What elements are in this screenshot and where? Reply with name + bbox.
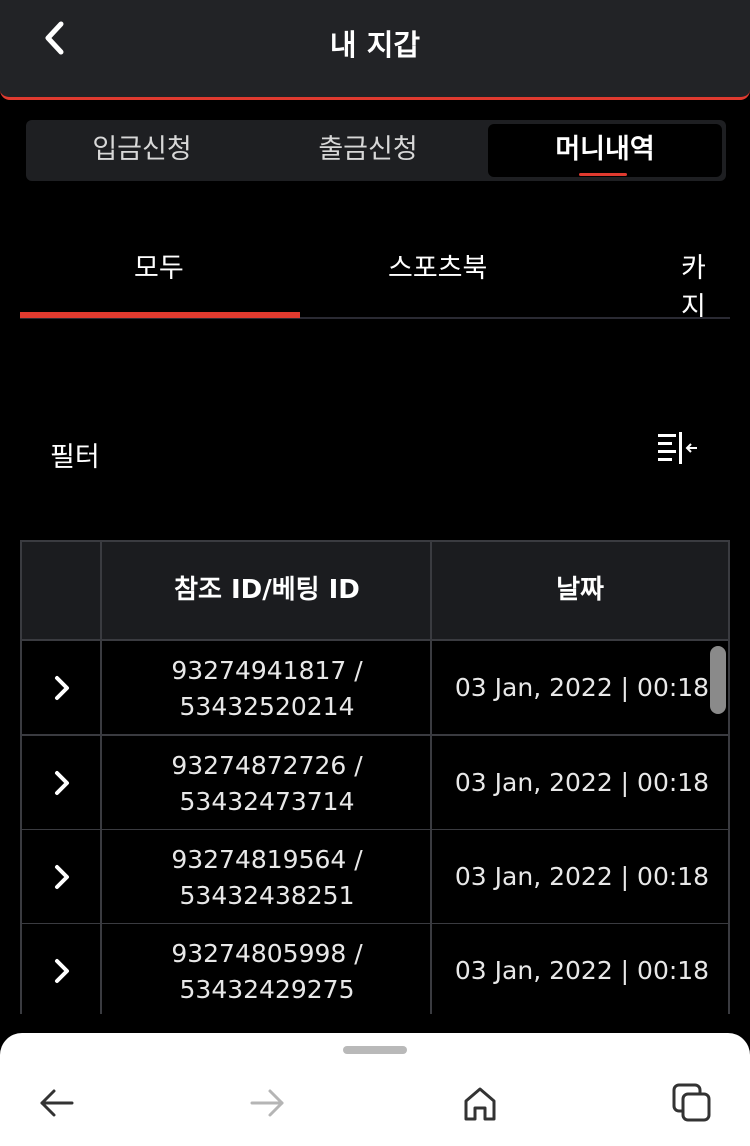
bet-id: 53432473714 [179,787,355,816]
row-expand-button[interactable] [50,956,74,986]
category-tabs: 모두 스포츠북 카지 [20,230,730,323]
filter-label: 필터 [50,442,100,473]
table-row[interactable]: 93274941817 / 53432520214 03 Jan, 2022 |… [20,641,730,736]
chevron-right-icon [55,676,69,700]
arrow-right-icon [250,1089,284,1117]
row-ids: 93274819564 / 53432438251 [102,842,432,914]
tab-all[interactable]: 모두 [134,246,184,285]
table-scrollbar[interactable] [710,646,726,714]
column-header-expand [22,542,100,639]
filter-button[interactable] [654,430,700,470]
page-title: 내 지갑 [329,28,421,62]
browser-home-button[interactable] [458,1081,502,1125]
app-header: 내 지갑 [0,0,750,100]
row-ids: 93274805998 / 53432429275 [102,936,432,1008]
column-divider [430,736,432,829]
row-ids: 93274872726 / 53432473714 [102,748,432,820]
table-row[interactable]: 93274819564 / 53432438251 03 Jan, 2022 |… [20,830,730,925]
chevron-right-icon [55,959,69,983]
bet-id: 53432438251 [179,881,355,910]
ref-id: 93274872726 / [171,751,363,780]
row-date: 03 Jan, 2022 | 00:18 [454,862,710,891]
segment-active-indicator [579,173,627,176]
browser-bottom-bar [0,1033,750,1146]
segment-withdraw[interactable]: 출금신청 [250,120,486,181]
tab-casino[interactable]: 카지 [681,246,730,324]
row-expand-button[interactable] [50,768,74,798]
row-date: 03 Jan, 2022 | 00:18 [454,673,710,702]
column-header-date: 날짜 [556,575,604,605]
chevron-right-icon [55,771,69,795]
filter-lines-icon [658,432,697,464]
money-history-table: 참조 ID/베팅 ID 날짜 93274941817 / 53432520214… [20,540,730,1014]
tabs-icon [672,1083,711,1122]
bet-id: 53432520214 [179,692,355,721]
column-divider [430,924,432,1014]
column-divider [430,641,432,734]
browser-back-button[interactable] [34,1081,78,1125]
wallet-segment-control: 입금신청 출금신청 머니내역 [26,120,726,181]
table-row[interactable]: 93274805998 / 53432429275 03 Jan, 2022 |… [20,924,730,1014]
row-expand-button[interactable] [50,673,74,703]
segment-money-history[interactable]: 머니내역 [488,124,722,177]
ref-id: 93274941817 / [171,656,363,685]
browser-forward-button[interactable] [246,1081,290,1125]
ref-id: 93274819564 / [171,845,363,874]
column-header-ref-id: 참조 ID/베팅 ID [174,575,360,605]
tab-sportsbook[interactable]: 스포츠북 [388,246,487,285]
column-divider [430,830,432,923]
row-expand-button[interactable] [50,862,74,892]
row-date: 03 Jan, 2022 | 00:18 [454,956,710,985]
tab-active-indicator [20,312,300,318]
row-ids: 93274941817 / 53432520214 [102,653,432,725]
segment-deposit[interactable]: 입금신청 [26,120,258,181]
browser-tabs-button[interactable] [670,1081,714,1125]
chevron-right-icon [55,865,69,889]
table-row[interactable]: 93274872726 / 53432473714 03 Jan, 2022 |… [20,736,730,831]
ref-id: 93274805998 / [171,939,363,968]
table-header: 참조 ID/베팅 ID 날짜 [20,540,730,641]
bet-id: 53432429275 [179,975,355,1004]
arrow-left-icon [40,1089,74,1117]
row-date: 03 Jan, 2022 | 00:18 [454,768,710,797]
home-icon [464,1087,496,1121]
drag-handle[interactable] [343,1046,407,1054]
